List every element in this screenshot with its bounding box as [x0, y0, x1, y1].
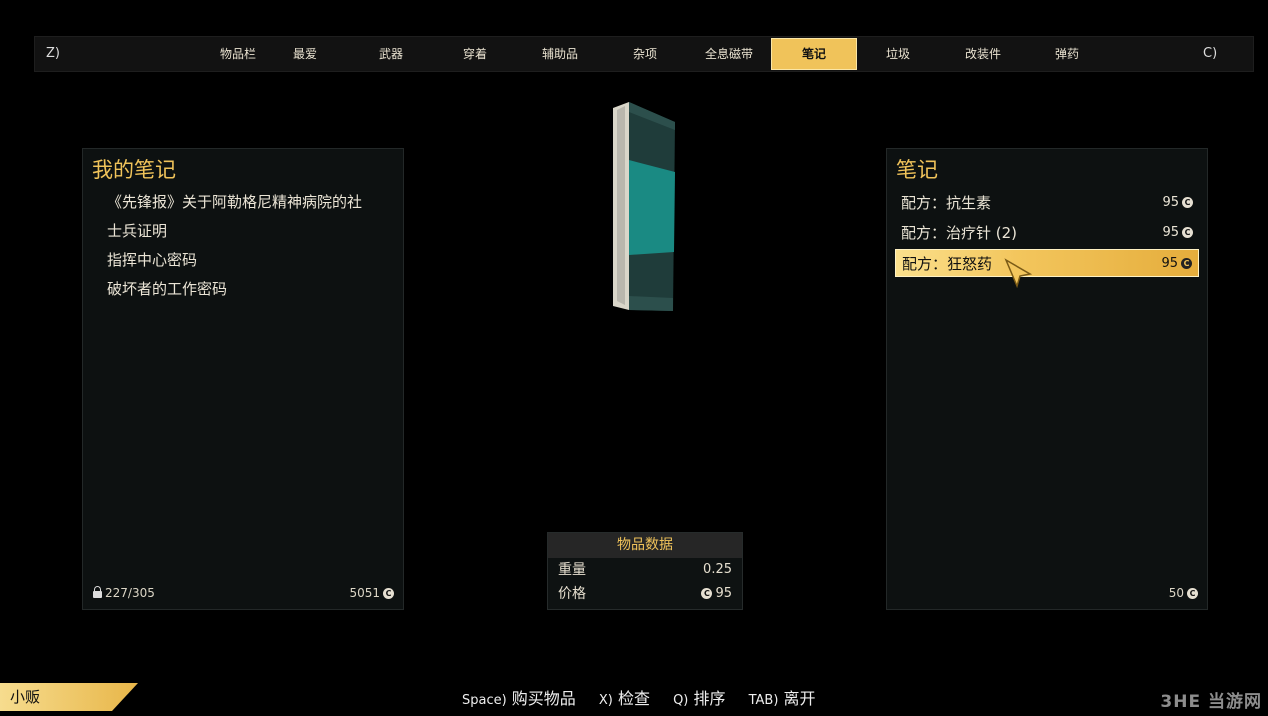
list-item[interactable]: 指挥中心密码	[107, 249, 362, 278]
buy-hint[interactable]: Space) 购买物品	[462, 689, 576, 708]
prev-category-hotkey[interactable]: Z)	[46, 37, 60, 71]
exit-hint[interactable]: TAB) 离开	[749, 689, 816, 708]
tab-junk[interactable]: 垃圾	[864, 37, 932, 71]
price-value: 95	[715, 586, 732, 601]
button-hints: Space) 购买物品 X) 检查 Q) 排序 TAB) 离开	[462, 685, 834, 709]
vendor-label-tag: 小贩	[0, 683, 138, 711]
price-value: 95	[1161, 256, 1178, 271]
price-value: 95	[1162, 225, 1179, 240]
caps-icon: C	[1181, 258, 1192, 269]
hotkey-label: TAB)	[748, 693, 779, 708]
hotkey-label: Q)	[673, 693, 689, 708]
player-notes-list: 《先锋报》关于阿勒格尼精神病院的社 士兵证明 指挥中心密码 破坏者的工作密码	[107, 191, 362, 307]
hint-action: 购买物品	[511, 689, 576, 708]
sort-hint[interactable]: Q) 排序	[673, 689, 725, 708]
category-tab-bar: Z) 物品栏 最爱 武器 穿着 辅助品 杂项 全息磁带 笔记 垃圾 改装件 弹药…	[34, 36, 1254, 72]
item-price: 95 C	[1162, 189, 1193, 217]
item-price: 95 C	[1162, 219, 1193, 247]
hint-action: 检查	[617, 689, 650, 708]
carry-weight-value: 227/305	[105, 586, 155, 600]
vendor-notes-panel: 笔记 配方：抗生素 95 C 配方：治疗针 (2) 95 C 配方：狂怒药 95 C …	[886, 148, 1208, 610]
inspect-hint[interactable]: X) 检查	[599, 689, 650, 708]
vendor-label: 小贩	[10, 688, 41, 706]
hotkey-label: X)	[598, 693, 613, 708]
caps-icon: C	[1187, 588, 1198, 599]
stat-row-price: 价格 C 95	[548, 582, 742, 606]
list-item[interactable]: 配方：抗生素 95 C	[895, 189, 1199, 217]
tab-inventory[interactable]: 物品栏	[202, 37, 274, 71]
pointer-cursor-icon	[1004, 258, 1032, 288]
stat-row-weight: 重量 0.25	[548, 558, 742, 582]
tab-notes[interactable]: 笔记	[771, 38, 857, 70]
stat-value: 0.25	[703, 562, 732, 577]
player-caps-value: 5051	[349, 586, 380, 600]
player-caps: 5051 C	[349, 586, 394, 600]
carry-weight: 227/305	[93, 586, 155, 600]
hotkey-label: Space)	[462, 693, 507, 708]
tab-holotapes[interactable]: 全息磁带	[691, 37, 767, 71]
price-value: 95	[1162, 195, 1179, 210]
tab-favorites[interactable]: 最爱	[271, 37, 339, 71]
stat-label: 价格	[558, 586, 586, 602]
vendor-caps: 50 C	[1169, 586, 1198, 600]
caps-icon: C	[383, 588, 394, 599]
vendor-notes-list: 配方：抗生素 95 C 配方：治疗针 (2) 95 C 配方：狂怒药 95 C	[895, 189, 1199, 288]
tab-aid[interactable]: 辅助品	[526, 37, 594, 71]
list-item[interactable]: 士兵证明	[107, 220, 362, 249]
item-label: 配方：狂怒药	[902, 255, 993, 273]
vendor-panel-title: 笔记	[896, 158, 938, 182]
tab-weapons[interactable]: 武器	[357, 37, 425, 71]
player-panel-title: 我的笔记	[92, 158, 176, 182]
player-notes-panel: 我的笔记 《先锋报》关于阿勒格尼精神病院的社 士兵证明 指挥中心密码 破坏者的工…	[82, 148, 404, 610]
stat-label: 重量	[558, 562, 586, 578]
next-category-hotkey[interactable]: C)	[1203, 37, 1217, 71]
hint-action: 排序	[693, 689, 726, 708]
lock-icon	[93, 586, 102, 598]
tab-misc[interactable]: 杂项	[611, 37, 679, 71]
caps-icon: C	[1182, 197, 1193, 208]
tab-apparel[interactable]: 穿着	[441, 37, 509, 71]
item-price: 95 C	[1161, 250, 1192, 278]
vendor-caps-value: 50	[1168, 586, 1184, 600]
item-label: 配方：抗生素	[901, 194, 992, 212]
list-item[interactable]: 《先锋报》关于阿勒格尼精神病院的社	[107, 191, 362, 220]
list-item[interactable]: 配方：治疗针 (2) 95 C	[895, 219, 1199, 247]
caps-icon: C	[701, 588, 713, 599]
stat-value: C 95	[698, 582, 732, 606]
note-book-model	[613, 102, 675, 311]
item-label: 配方：治疗针 (2)	[901, 224, 1018, 242]
tab-mods[interactable]: 改装件	[948, 37, 1018, 71]
list-item-selected[interactable]: 配方：狂怒药 95 C	[895, 249, 1199, 288]
list-item[interactable]: 破坏者的工作密码	[107, 278, 362, 307]
item-stats-box: 物品数据 重量 0.25 价格 C 95	[547, 532, 743, 610]
caps-icon: C	[1182, 227, 1193, 238]
tab-ammo[interactable]: 弹药	[1032, 37, 1102, 71]
item-stats-header: 物品数据	[548, 533, 742, 558]
watermark: 3HE 当游网	[1160, 692, 1262, 712]
hint-action: 离开	[783, 689, 816, 708]
